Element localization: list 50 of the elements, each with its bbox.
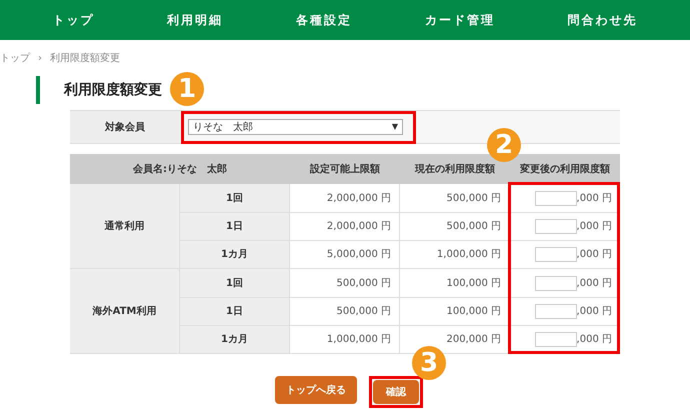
nav-link[interactable]: 問合わせ先 [568,11,638,29]
table-cell: 1カ月 [180,326,290,353]
table-cell: 1回 [180,269,290,297]
page-title: 利用限度額変更 [64,80,162,100]
table-cell: 2,000,000 円 [290,184,400,212]
column-header: 変更後の利用限度額 [519,162,611,176]
table-cell: 500,000 円 [400,213,510,240]
table-cell: 1日 [180,298,290,325]
table-cell: 2,000,000 円 [290,213,400,240]
table-cell: 1日 [180,213,290,240]
limit-input[interactable] [534,219,577,234]
unit-text: ,000 円 [576,276,612,290]
field-label: 対象会員 [70,111,180,143]
step-number-badge: 1 [170,72,204,106]
limit-input[interactable] [534,276,577,290]
unit-text: ,000 円 [576,305,612,319]
table-cell: 500,000 円 [290,298,400,325]
table-cell: 1カ月 [180,241,290,268]
nav-link[interactable]: 利用明細 [167,11,224,29]
unit-text: ,000 円 [576,248,612,262]
limit-input[interactable] [534,247,577,262]
group-cell: 通常利用 [70,184,180,268]
table-cell: 100,000 円 [400,298,510,325]
limit-input[interactable] [534,304,577,319]
limit-input[interactable] [534,190,577,206]
member-select[interactable]: りそな 太郎 ▼ [188,119,403,135]
column-header: 現在の利用限度額 [414,162,496,176]
table-cell: 500,000 円 [290,269,400,297]
table-cell: 500,000 円 [400,184,510,212]
breadcrumb-separator: › [38,52,42,66]
table-cell: 100,000 円 [400,269,510,297]
table-cell: 1回 [180,184,290,212]
nav-link[interactable]: カード管理 [424,11,495,29]
table-cell: 1,000,000 円 [290,326,400,353]
nav-link[interactable]: 各種設定 [296,11,352,29]
breadcrumb-link[interactable]: トップ [0,51,30,66]
column-header: 設定可能上限額 [308,162,381,176]
back-to-top-button[interactable]: トップへ戻る [275,376,357,404]
breadcrumb-current: 利用限度額変更 [50,52,120,66]
nav-link[interactable]: トップ [52,11,94,29]
table-cell: 1,000,000 円 [400,241,510,268]
unit-text: ,000 円 [576,220,612,234]
column-header: 会員名:りそな 太郎 [132,162,228,176]
confirm-button[interactable]: 確認 [373,380,419,404]
unit-text: ,000 円 [576,192,612,206]
unit-text: ,000 円 [576,333,612,347]
limit-input[interactable] [534,332,577,347]
step-number-badge: 3 [412,346,446,380]
group-cell: 海外ATM利用 [70,269,180,353]
table-cell: 5,000,000 円 [290,241,400,268]
